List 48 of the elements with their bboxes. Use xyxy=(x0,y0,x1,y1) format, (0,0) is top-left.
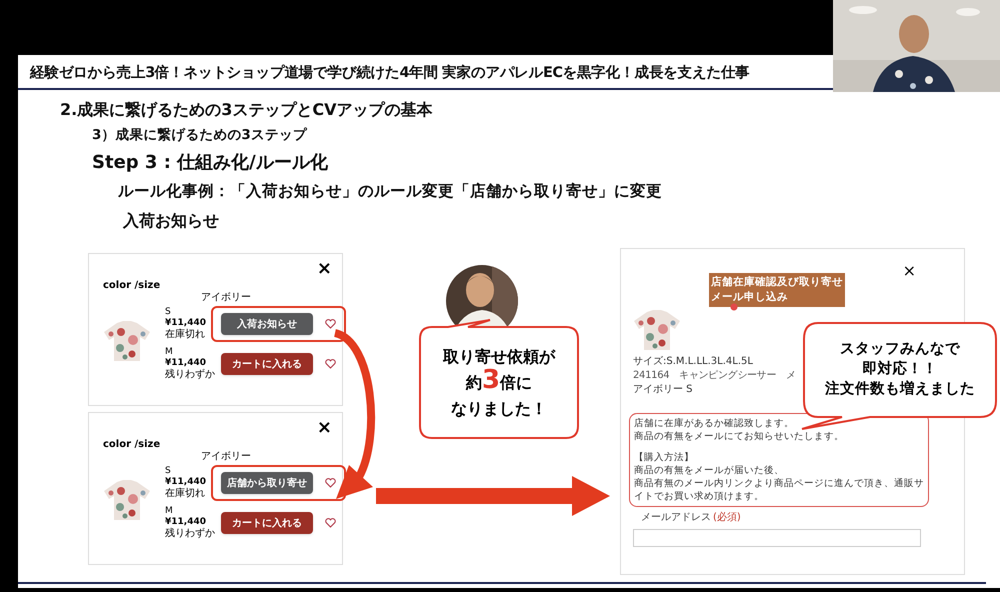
price: ¥11,440 xyxy=(165,318,206,328)
close-button[interactable]: × xyxy=(316,419,332,437)
size-label: S xyxy=(165,466,171,477)
notice-text: 商品の有無をメールにてお知らせいたします。 xyxy=(634,430,844,443)
notify-button[interactable]: 入荷お知らせ xyxy=(221,313,313,335)
close-button[interactable]: × xyxy=(316,260,332,278)
purchase-heading: 【購入方法】 xyxy=(634,451,694,464)
heart-icon xyxy=(325,319,336,329)
stock-status: 残りわずか xyxy=(165,528,215,540)
notice-text: 店舗に在庫があるか確認致します。 xyxy=(634,417,794,430)
heart-icon xyxy=(325,478,336,488)
add-to-cart-button[interactable]: カートに入れる xyxy=(221,512,313,534)
color-name: アイボリー xyxy=(201,451,251,463)
price: ¥11,440 xyxy=(165,477,206,488)
product-name: 241164 キャンピングシーサー メ xyxy=(633,369,796,383)
size-list: サイズ:S.M.L.LL.3L.4L.5L xyxy=(633,355,753,369)
notify-button[interactable]: 店舗から取り寄せ xyxy=(221,472,313,494)
field-label: メールアドレス xyxy=(641,511,711,524)
purchase-text: 商品有無のメール内リンクより商品ページに進んで頂き、通販サイトでお買い求め頂けます。 xyxy=(634,477,924,503)
add-to-cart-button[interactable]: カートに入れる xyxy=(221,353,313,375)
cursor-icon xyxy=(730,303,738,311)
required-mark: (必須) xyxy=(713,511,741,524)
heart-icon xyxy=(325,518,336,528)
color-name: アイボリー xyxy=(201,292,251,304)
section-label: 入荷お知らせ xyxy=(123,210,219,232)
option-label: color /size xyxy=(103,280,160,292)
price: ¥11,440 xyxy=(165,517,206,528)
size-label: S xyxy=(165,307,171,318)
slide-title: 経験ゼロから売上3倍！ネットショップ道場で学び続けた4年間 実家のアパレルECを黒字化！成長を支えた仕事 xyxy=(30,63,751,83)
heart-icon xyxy=(325,359,336,369)
subheading: 3）成果に繋げるための3ステップ xyxy=(92,126,307,145)
example-text: ルール化事例：「入荷お知らせ」のルール変更「店舗から取り寄せ」に変更 xyxy=(118,181,662,202)
callout-text: 取り寄せ依頼が 約3倍に なりました！ xyxy=(443,346,555,420)
email-input-field[interactable] xyxy=(633,529,921,547)
size-label: M xyxy=(165,347,173,358)
form-title: 店舗在庫確認及び取り寄せ メール申し込み xyxy=(709,273,845,307)
stock-status: 在庫切れ xyxy=(165,329,205,341)
callout-text: スタッフみんなで 即対応！！ 注文件数も増えました xyxy=(825,340,975,399)
price: ¥11,440 xyxy=(165,358,206,368)
stock-status: 在庫切れ xyxy=(165,488,205,500)
variant-label: アイボリー S xyxy=(633,383,693,397)
option-label: color /size xyxy=(103,439,160,451)
stock-status: 残りわずか xyxy=(165,369,215,381)
step-heading: Step 3 : 仕組み化/ルール化 xyxy=(92,151,328,175)
size-label: M xyxy=(165,506,173,517)
purchase-text: 商品の有無をメールが届いた後、 xyxy=(634,464,784,477)
heading: 2.成果に繋げるための3ステップとCVアップの基本 xyxy=(60,98,432,121)
close-button[interactable]: × xyxy=(902,263,916,279)
